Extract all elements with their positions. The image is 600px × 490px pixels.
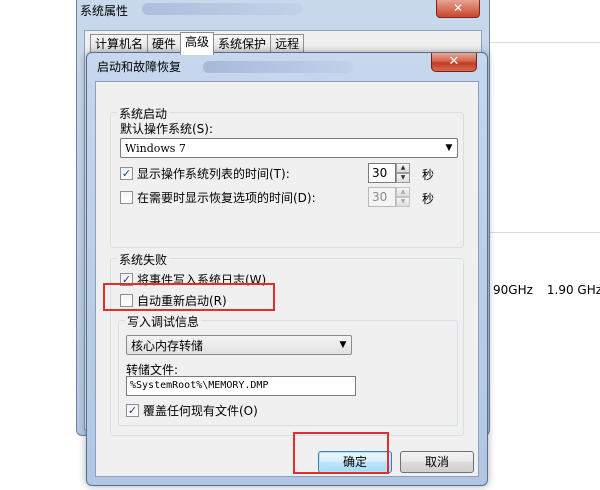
- show-recovery-value[interactable]: 30: [368, 187, 396, 207]
- chevron-down-icon: ▼: [445, 143, 453, 153]
- arrow-down-icon[interactable]: ▼: [396, 197, 410, 207]
- overwrite-checkbox[interactable]: ✓: [126, 404, 139, 417]
- tab-computer-name[interactable]: 计算机名: [90, 34, 149, 54]
- title-blur: [142, 3, 302, 15]
- system-properties-title: 系统属性: [80, 4, 129, 18]
- show-list-spinner[interactable]: 30 ▲ ▼: [368, 163, 410, 183]
- dump-file-input[interactable]: %SystemRoot%\MEMORY.DMP: [126, 376, 356, 396]
- show-list-value[interactable]: 30: [368, 163, 396, 183]
- debug-info-select[interactable]: 核心内存转储 ▼: [126, 335, 352, 355]
- debug-legend: 写入调试信息: [125, 313, 202, 330]
- tab-hardware[interactable]: 硬件: [147, 34, 182, 54]
- dialog-title: 启动和故障恢复: [97, 60, 182, 74]
- cpu-speed: 1.90 GHz: [546, 283, 600, 297]
- show-recovery-spinner[interactable]: 30 ▲ ▼: [368, 187, 410, 207]
- cancel-button[interactable]: 取消: [400, 451, 474, 473]
- show-recovery-row: 在需要时显示恢复选项的时间(D):: [120, 189, 316, 206]
- debug-info-value: 核心内存转储: [131, 338, 204, 353]
- tab-remote[interactable]: 远程: [270, 34, 305, 54]
- tab-advanced[interactable]: 高级: [180, 32, 215, 55]
- arrow-down-icon[interactable]: ▼: [396, 173, 410, 183]
- auto-restart-highlight: [103, 283, 275, 311]
- seconds-unit: 秒: [422, 192, 435, 206]
- overwrite-row: ✓ 覆盖任何现有文件(O): [126, 402, 258, 419]
- default-os-select[interactable]: Windows 7 ▼: [120, 138, 458, 158]
- failure-legend: 系统失败: [117, 251, 170, 268]
- arrow-up-icon[interactable]: ▲: [396, 163, 410, 173]
- default-os-label: 默认操作系统(S):: [120, 122, 214, 136]
- show-list-row: ✓ 显示操作系统列表的时间(T):: [120, 165, 290, 182]
- close-icon[interactable]: ✕: [436, 0, 480, 18]
- seconds-unit: 秒: [422, 168, 435, 182]
- cpu-speed-partial: 90GHz: [493, 283, 533, 297]
- show-list-label: 显示操作系统列表的时间(T):: [137, 167, 290, 181]
- title-blur: [203, 61, 353, 73]
- background-divider: [490, 42, 600, 43]
- show-list-checkbox[interactable]: ✓: [120, 167, 133, 180]
- dialog-client: 系统启动 默认操作系统(S): Windows 7 ▼ ✓ 显示操作系统列表的时…: [95, 81, 479, 477]
- background-panel: [490, 0, 600, 490]
- spinner-arrows[interactable]: ▲ ▼: [396, 187, 410, 207]
- default-os-value: Windows 7: [125, 141, 186, 155]
- close-icon[interactable]: ✕: [431, 53, 477, 72]
- background-divider: [490, 232, 600, 233]
- overwrite-label: 覆盖任何现有文件(O): [143, 404, 258, 418]
- ok-button-highlight: [293, 432, 389, 474]
- show-recovery-checkbox[interactable]: [120, 191, 133, 204]
- startup-recovery-dialog: 启动和故障恢复 ✕ 系统启动 默认操作系统(S): Windows 7 ▼ ✓ …: [86, 52, 488, 486]
- spinner-arrows[interactable]: ▲ ▼: [396, 163, 410, 183]
- tab-system-protection[interactable]: 系统保护: [213, 34, 272, 54]
- chevron-down-icon: ▼: [339, 340, 347, 350]
- arrow-up-icon[interactable]: ▲: [396, 187, 410, 197]
- show-recovery-label: 在需要时显示恢复选项的时间(D):: [137, 191, 316, 205]
- processor-speed-text: 90GHz 1.90 GHz: [493, 283, 600, 297]
